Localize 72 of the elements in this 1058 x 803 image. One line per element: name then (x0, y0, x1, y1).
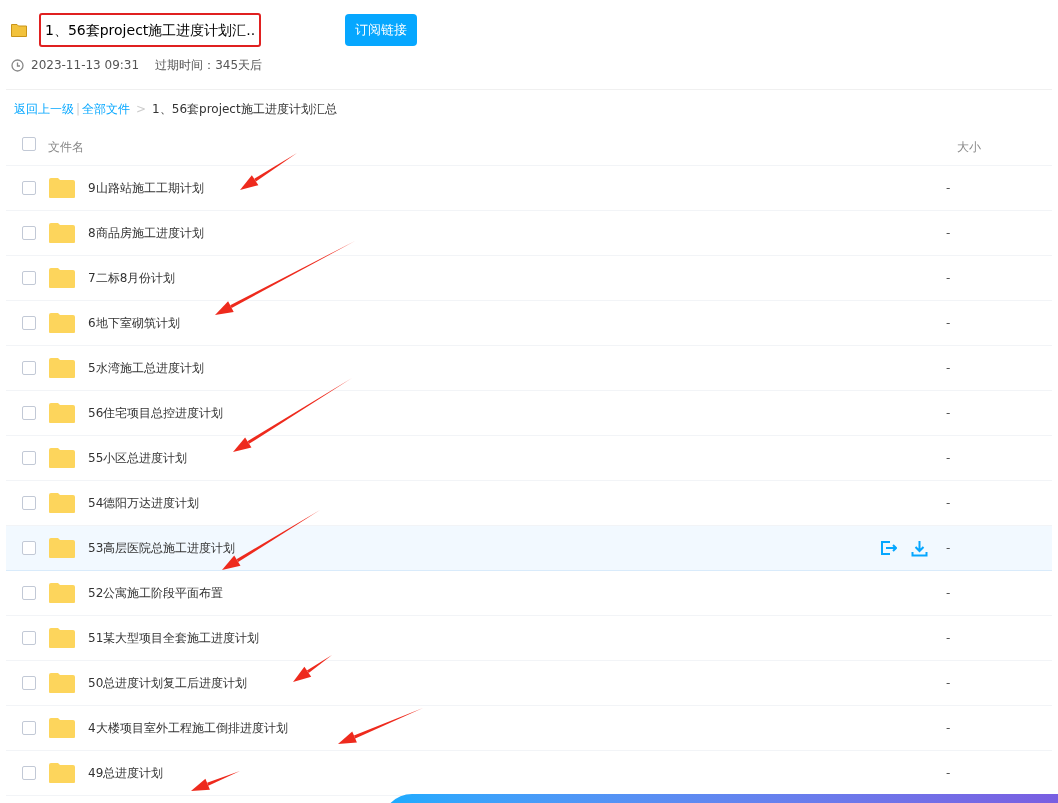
file-size: - (946, 360, 952, 377)
checkbox[interactable] (22, 316, 36, 330)
checkbox[interactable] (22, 766, 36, 780)
checkbox[interactable] (22, 451, 36, 465)
file-size: - (946, 540, 952, 557)
checkbox[interactable] (22, 406, 36, 420)
folder-icon (48, 492, 76, 514)
file-size: - (946, 585, 952, 602)
share-icon[interactable] (879, 539, 897, 557)
file-size: - (946, 765, 952, 782)
file-name[interactable]: 5水湾施工总进度计划 (88, 359, 946, 377)
folder-icon (48, 537, 76, 559)
folder-icon (48, 267, 76, 289)
folder-icon (48, 762, 76, 784)
folder-icon (48, 402, 76, 424)
share-title: 1、56套project施工进度计划汇.. (45, 21, 256, 38)
separator: | (76, 101, 81, 118)
created-time: 2023-11-13 09:31 (31, 57, 140, 74)
file-name[interactable]: 4大楼项目室外工程施工倒排进度计划 (88, 719, 946, 737)
file-size: - (946, 180, 952, 197)
file-name[interactable]: 7二标8月份计划 (88, 269, 946, 287)
folder-icon (48, 177, 76, 199)
checkbox[interactable] (22, 631, 36, 645)
column-header: 大小 (957, 138, 982, 156)
folder-icon (48, 312, 76, 334)
folder-icon (48, 447, 76, 469)
checkbox[interactable] (22, 271, 36, 285)
checkbox[interactable] (22, 181, 36, 195)
checkbox[interactable] (22, 496, 36, 510)
folder-icon (48, 357, 76, 379)
file-name[interactable]: 49总进度计划 (88, 764, 946, 782)
checkbox[interactable] (22, 721, 36, 735)
file-size: - (946, 270, 952, 287)
file-size: - (946, 495, 952, 512)
file-size: - (946, 315, 952, 332)
download-icon[interactable] (911, 539, 928, 557)
current-folder: 1、56套project施工进度计划汇总 (152, 101, 337, 118)
checkbox[interactable] (22, 361, 36, 375)
folder-icon (48, 717, 76, 739)
file-size: - (946, 450, 952, 467)
file-size: - (946, 630, 952, 647)
file-name[interactable]: 53高层医院总施工进度计划 (88, 539, 879, 557)
clock-icon (11, 58, 24, 72)
file-name[interactable]: 54德阳万达进度计划 (88, 494, 946, 512)
annotation-arrow (191, 771, 240, 791)
file-name[interactable]: 8商品房施工进度计划 (88, 224, 946, 242)
folder-icon (48, 582, 76, 604)
expiry-time: 过期时间：345天后 (155, 57, 263, 74)
file-size: - (946, 675, 952, 692)
file-name[interactable]: 56住宅项目总控进度计划 (88, 404, 946, 422)
checkbox[interactable] (22, 586, 36, 600)
file-size: - (946, 720, 952, 737)
file-row[interactable]: 53高层医院总施工进度计划 - (6, 526, 1052, 571)
folder-icon (48, 627, 76, 649)
checkbox[interactable] (22, 137, 36, 151)
file-name[interactable]: 50总进度计划复工后进度计划 (88, 674, 946, 692)
chevron: > (136, 101, 147, 118)
checkbox[interactable] (22, 226, 36, 240)
folder-icon (11, 22, 27, 37)
file-name[interactable]: 52公寓施工阶段平面布置 (88, 584, 946, 602)
folder-icon (48, 222, 76, 244)
file-size: - (946, 225, 952, 242)
file-name[interactable]: 51某大型项目全套施工进度计划 (88, 629, 946, 647)
column-header: 文件名 (48, 138, 85, 156)
file-size: - (946, 405, 952, 422)
file-name[interactable]: 6地下室砌筑计划 (88, 314, 946, 332)
checkbox[interactable] (22, 541, 36, 555)
file-name[interactable]: 9山路站施工工期计划 (88, 179, 946, 197)
checkbox[interactable] (22, 676, 36, 690)
annotation-arrow (293, 655, 332, 682)
file-name[interactable]: 55小区总进度计划 (88, 449, 946, 467)
folder-icon (48, 672, 76, 694)
